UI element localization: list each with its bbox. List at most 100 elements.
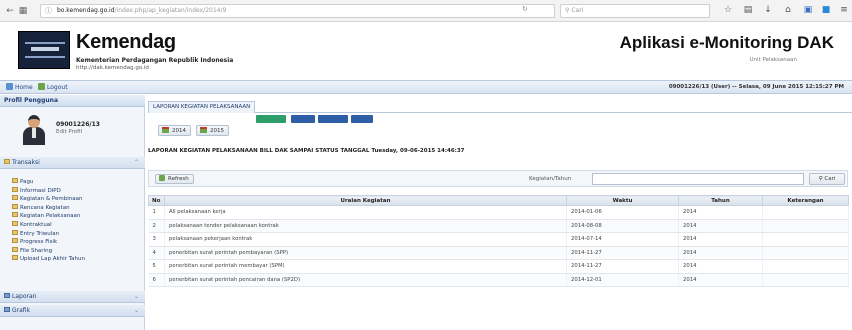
cell-waktu: 2014-11-27 (566, 259, 679, 274)
profile-panel-header[interactable]: Profil Pengguna (0, 95, 145, 107)
url-bar[interactable]: ⓘ bo.kemendag.go.id/index.php/ap_kegiata… (40, 4, 555, 18)
kegiatan-table: No Uraian Kegiatan Waktu Tahun Keteranga… (148, 195, 849, 287)
top-menu-bar: Home Logout 09001226/13 (User) -- Selasa… (0, 80, 852, 94)
refresh-icon (159, 175, 165, 181)
avatar (22, 115, 46, 145)
folder-icon (12, 178, 18, 183)
year-label: 2014 (172, 128, 186, 134)
menu-icon[interactable]: ≡ (838, 4, 850, 17)
column-header-no[interactable]: No (148, 195, 165, 206)
status-pill-blue[interactable] (351, 115, 373, 123)
column-header-uraian[interactable]: Uraian Kegiatan (164, 195, 567, 206)
cell-waktu: 2014-11-27 (566, 246, 679, 260)
transaksi-menu: Pagu Informasi DIPD Kegiatan & Pembinaan… (12, 178, 142, 264)
home-icon (6, 83, 13, 90)
search-input[interactable] (592, 173, 804, 185)
laporan-panel-header[interactable]: Laporan ⌄ (0, 291, 145, 303)
laporan-label: Laporan (12, 293, 37, 300)
column-header-keterangan[interactable]: Keterangan (762, 195, 849, 206)
search-icon: ⚲ (818, 176, 823, 182)
table-row[interactable]: 3 pelaksanaan pekerjaan kontrak 2014-07-… (148, 232, 849, 247)
table-row[interactable]: 1 All pelaksanaan kerja 2014-01-06 2014 (148, 205, 849, 220)
reader-icon[interactable]: ▤ (742, 4, 754, 17)
year-2015-button[interactable]: 2015 (196, 125, 229, 136)
sidebar-item-progress-fisik[interactable]: Progress Fisik (12, 238, 142, 247)
folder-icon (12, 255, 18, 261)
column-header-waktu[interactable]: Waktu (566, 195, 679, 206)
sidebar-item-kontraktual[interactable]: Kontraktual (12, 220, 142, 230)
star-icon[interactable]: ☆ (722, 4, 734, 17)
status-pill-green[interactable] (256, 115, 286, 123)
cell-uraian: pelaksanaan tender pelaksanaan kontrak (164, 219, 567, 233)
collapse-icon[interactable]: ⌃ (134, 157, 139, 168)
sidebar-item-upload-lap[interactable]: Upload Lap Akhir Tahun (12, 255, 142, 264)
sidebar-item-rencana-kegiatan[interactable]: Rencana Kegiatan (12, 203, 142, 213)
sidebar-item-pagu[interactable]: Pagu (12, 178, 142, 187)
status-pill-blue[interactable] (291, 115, 315, 123)
sidebar-item-entry-triwulan[interactable]: Entry Triwulan (12, 229, 142, 239)
cell-uraian: pelaksanaan pekerjaan kontrak (164, 232, 567, 247)
transaksi-panel-header[interactable]: Transaksi ⌃ (0, 157, 145, 169)
site-header: Kemendag Kementerian Perdagangan Republi… (0, 23, 852, 78)
table-row[interactable]: 6 penerbitan surat perintah pencairan da… (148, 273, 849, 287)
pocket-icon[interactable]: ▣ (802, 4, 814, 17)
sidebar-item-label: Informasi DIPD (20, 187, 61, 194)
cell-no: 4 (148, 246, 165, 260)
refresh-button[interactable]: Refresh (155, 174, 194, 184)
cell-tahun: 2014 (678, 205, 763, 220)
reload-icon[interactable]: ↻ (522, 5, 528, 13)
home-link[interactable]: Home (6, 83, 33, 91)
apps-icon[interactable]: ▦ (17, 5, 29, 17)
url-host: bo.kemendag.go.id (57, 7, 115, 14)
table-row[interactable]: 4 penerbitan surat perintah pembayaran (… (148, 246, 849, 260)
search-button[interactable]: ⚲ Cari (809, 173, 845, 185)
chart-icon (4, 307, 10, 312)
expand-icon[interactable]: ⌄ (134, 305, 139, 316)
edit-profile-link[interactable]: Edit Profil (56, 129, 82, 135)
cell-keterangan (762, 205, 849, 220)
sidebar-item-kegiatan-pelaksanaan[interactable]: Kegiatan Pelaksanaan (12, 212, 142, 221)
url-path: /index.php/ap_kegiatan/index/2014/9 (114, 7, 227, 14)
tab-strip: LAPORAN KEGIATAN PELAKSANAAN (148, 101, 852, 113)
cell-tahun: 2014 (678, 259, 763, 274)
cell-waktu: 2014-07-14 (566, 232, 679, 247)
home-icon[interactable]: ⌂ (782, 4, 794, 17)
folder-icon (12, 203, 18, 209)
download-icon[interactable]: ↓ (762, 4, 774, 17)
sidebar-item-label: Rencana Kegiatan (20, 204, 70, 211)
cell-tahun: 2014 (678, 273, 763, 287)
logout-label: Logout (47, 84, 68, 91)
sidebar-item-kegiatan-pembinaan[interactable]: Kegiatan & Pembinaan (12, 195, 142, 204)
cell-no: 3 (148, 232, 165, 247)
logout-link[interactable]: Logout (38, 83, 68, 91)
browser-toolbar: ← ▦ ⓘ bo.kemendag.go.id/index.php/ap_keg… (0, 0, 852, 22)
status-pill-blue[interactable] (318, 115, 348, 123)
site-url: http://dak.kemendag.go.id (76, 65, 149, 71)
sidebar-item-label: File Sharing (20, 247, 53, 254)
expand-icon[interactable]: ⌄ (134, 291, 139, 302)
extension-icon[interactable]: ■ (820, 4, 832, 17)
browser-search-input[interactable]: ⚲ Cari (560, 4, 710, 18)
info-icon: ⓘ (45, 7, 52, 15)
table-row[interactable]: 2 pelaksanaan tender pelaksanaan kontrak… (148, 219, 849, 233)
cell-waktu: 2014-01-06 (566, 205, 679, 220)
cell-no: 5 (148, 259, 165, 274)
sidebar-item-label: Kegiatan & Pembinaan (20, 196, 83, 203)
tab-laporan-kegiatan[interactable]: LAPORAN KEGIATAN PELAKSANAAN (148, 101, 256, 113)
sidebar-item-informasi-dipd[interactable]: Informasi DIPD (12, 186, 142, 196)
back-icon[interactable]: ← (4, 5, 16, 17)
sidebar-item-label: Upload Lap Akhir Tahun (20, 256, 85, 263)
table-row[interactable]: 5 penerbitan surat perintah membayar (SP… (148, 259, 849, 274)
search-label: Kegiatan/Tahun (529, 176, 572, 182)
year-2014-button[interactable]: 2014 (158, 125, 191, 136)
folder-icon (12, 220, 18, 226)
transaksi-label: Transaksi (12, 159, 40, 166)
user-status: 09001226/13 (User) -- Selasa, 09 June 20… (668, 84, 844, 90)
grafik-panel-header[interactable]: Grafik ⌄ (0, 305, 145, 317)
column-header-tahun[interactable]: Tahun (678, 195, 763, 206)
folder-icon (4, 159, 10, 164)
cell-keterangan (762, 232, 849, 247)
sidebar-item-file-sharing[interactable]: File Sharing (12, 246, 142, 256)
profile-id: 09001226/13 (56, 121, 100, 128)
cell-waktu: 2014-12-01 (566, 273, 679, 287)
